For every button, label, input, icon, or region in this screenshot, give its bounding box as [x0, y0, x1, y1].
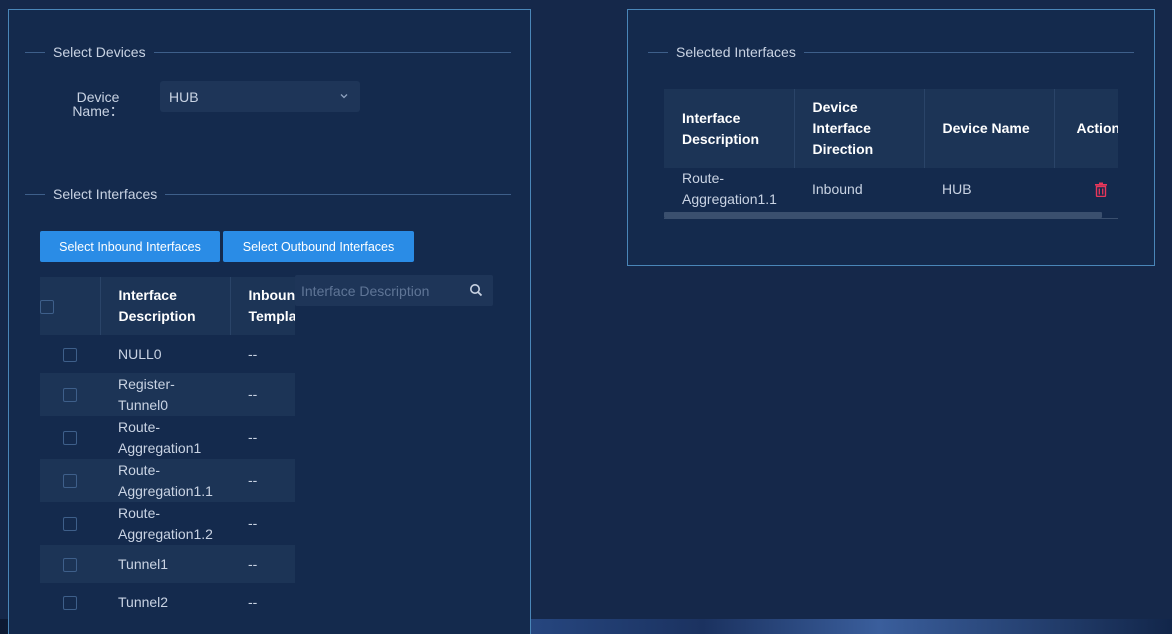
- table-row[interactable]: Route- Aggregation1 --: [40, 416, 295, 459]
- inbound-template-header[interactable]: InboundTemplate: [230, 277, 295, 335]
- horizontal-scroll-track: [664, 218, 1118, 219]
- selected-interfaces-table: Interface Description Device Interface Dire…: [664, 89, 1118, 219]
- table-row[interactable]: Register- Tunnel0 --: [40, 373, 295, 416]
- inbound-template-cell: --: [230, 545, 295, 583]
- table-header-row: Interface Description Device Interface Dire…: [664, 89, 1118, 168]
- table-row[interactable]: NULL0 --: [40, 335, 295, 373]
- chevron-down-icon: [340, 94, 348, 99]
- select-inbound-interfaces-button[interactable]: Select Inbound Interfaces: [40, 231, 220, 262]
- row-checkbox[interactable]: [63, 388, 77, 403]
- interface-description-cell: Route- Aggregation1.1: [100, 459, 230, 502]
- row-checkbox[interactable]: [63, 517, 77, 532]
- select-all-cell: [40, 277, 101, 335]
- select-panel: Select Devices Device Name： HUB Select I…: [8, 9, 531, 634]
- interface-description-cell: NULL0: [100, 335, 230, 373]
- interfaces-table: InterfaceDescription InboundTemplate NUL…: [40, 277, 295, 627]
- select-interfaces-title: Select Interfaces: [25, 186, 511, 202]
- selected-interfaces-title: Selected Interfaces: [648, 44, 1134, 60]
- interface-description-cell: Register- Tunnel0: [100, 373, 230, 416]
- inbound-template-cell: --: [230, 335, 295, 373]
- table-row[interactable]: Route- Aggregation1.1 --: [40, 459, 295, 502]
- table-row[interactable]: Tunnel2 --: [40, 583, 295, 621]
- action-header: Action: [1054, 89, 1118, 168]
- table-row[interactable]: Tunnel1 --: [40, 545, 295, 583]
- inbound-template-cell: --: [230, 416, 295, 459]
- device-name-select[interactable]: HUB: [160, 81, 360, 112]
- selected-interfaces-panel: Selected Interfaces Interface Description…: [627, 9, 1155, 266]
- trash-icon[interactable]: [1094, 182, 1108, 198]
- device-name-header[interactable]: Device Name: [924, 89, 1055, 168]
- interface-description-cell: Tunnel2: [100, 583, 230, 621]
- device-name-cell: HUB: [924, 168, 1054, 210]
- interface-description-cell: Route- Aggregation1: [100, 416, 230, 459]
- inbound-template-cell: --: [230, 373, 295, 416]
- horizontal-scrollbar[interactable]: [664, 212, 1102, 218]
- row-checkbox[interactable]: [63, 431, 77, 446]
- direction-cell: Inbound: [794, 168, 924, 210]
- interface-search-box: [295, 275, 493, 306]
- interface-description-cell: Route- Aggregation1.2: [100, 502, 230, 545]
- row-checkbox[interactable]: [63, 474, 77, 489]
- interface-description-cell: Route- Aggregation1.1: [664, 168, 794, 210]
- device-interface-direction-header[interactable]: Device Interface Direction: [794, 89, 925, 168]
- action-cell: [1054, 168, 1118, 210]
- select-devices-title: Select Devices: [25, 44, 511, 60]
- interface-search-input[interactable]: [301, 282, 461, 299]
- row-checkbox[interactable]: [63, 557, 77, 572]
- device-name-label: Device Name：: [72, 89, 124, 119]
- table-row: Route- Aggregation1.1 Inbound HUB: [664, 168, 1118, 210]
- search-icon[interactable]: [469, 283, 483, 297]
- select-all-checkbox[interactable]: [40, 299, 54, 314]
- interface-description-header[interactable]: Interface Description: [100, 277, 231, 335]
- select-outbound-interfaces-button[interactable]: Select Outbound Interfaces: [223, 231, 414, 262]
- interface-description-header[interactable]: Interface Description: [664, 89, 795, 168]
- table-row[interactable]: Route- Aggregation1.2 --: [40, 502, 295, 545]
- interface-description-cell: Tunnel1: [100, 545, 230, 583]
- row-checkbox[interactable]: [63, 347, 77, 362]
- inbound-template-cell: --: [230, 502, 295, 545]
- row-checkbox[interactable]: [63, 595, 77, 610]
- inbound-template-cell: --: [230, 583, 295, 621]
- inbound-template-cell: --: [230, 459, 295, 502]
- table-header-row: InterfaceDescription InboundTemplate: [40, 277, 295, 335]
